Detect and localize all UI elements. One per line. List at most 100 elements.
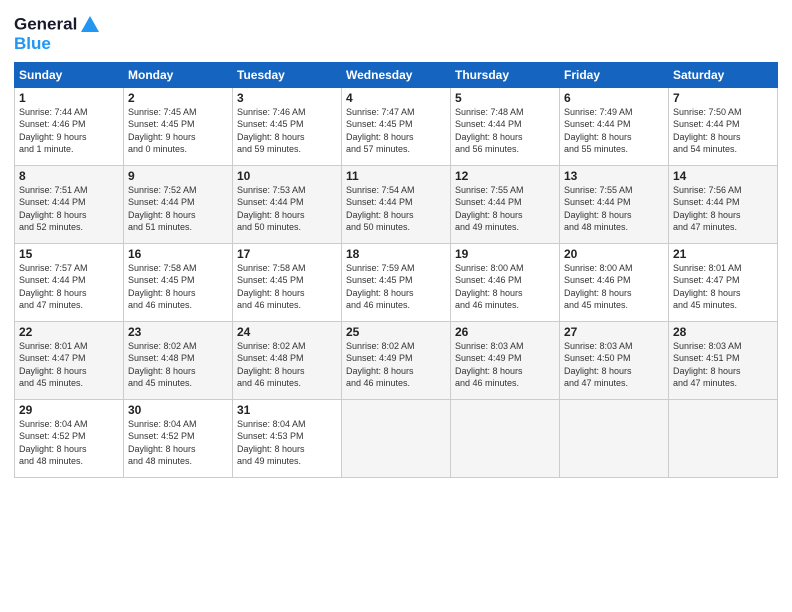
calendar-cell: 30Sunrise: 8:04 AM Sunset: 4:52 PM Dayli… xyxy=(124,399,233,477)
day-info: Sunrise: 7:53 AM Sunset: 4:44 PM Dayligh… xyxy=(237,184,337,234)
calendar-cell: 4Sunrise: 7:47 AM Sunset: 4:45 PM Daylig… xyxy=(342,87,451,165)
calendar-cell xyxy=(669,399,778,477)
calendar-cell: 18Sunrise: 7:59 AM Sunset: 4:45 PM Dayli… xyxy=(342,243,451,321)
day-info: Sunrise: 8:02 AM Sunset: 4:48 PM Dayligh… xyxy=(237,340,337,390)
calendar-cell: 17Sunrise: 7:58 AM Sunset: 4:45 PM Dayli… xyxy=(233,243,342,321)
calendar-cell: 28Sunrise: 8:03 AM Sunset: 4:51 PM Dayli… xyxy=(669,321,778,399)
day-number: 21 xyxy=(673,247,773,261)
logo: General Blue xyxy=(14,14,101,54)
day-number: 4 xyxy=(346,91,446,105)
calendar-cell: 26Sunrise: 8:03 AM Sunset: 4:49 PM Dayli… xyxy=(451,321,560,399)
day-info: Sunrise: 7:46 AM Sunset: 4:45 PM Dayligh… xyxy=(237,106,337,156)
calendar-cell: 19Sunrise: 8:00 AM Sunset: 4:46 PM Dayli… xyxy=(451,243,560,321)
day-info: Sunrise: 7:44 AM Sunset: 4:46 PM Dayligh… xyxy=(19,106,119,156)
day-info: Sunrise: 8:03 AM Sunset: 4:50 PM Dayligh… xyxy=(564,340,664,390)
calendar-week-1: 1Sunrise: 7:44 AM Sunset: 4:46 PM Daylig… xyxy=(15,87,778,165)
day-number: 19 xyxy=(455,247,555,261)
weekday-header-tuesday: Tuesday xyxy=(233,62,342,87)
calendar-cell: 11Sunrise: 7:54 AM Sunset: 4:44 PM Dayli… xyxy=(342,165,451,243)
day-number: 24 xyxy=(237,325,337,339)
day-number: 5 xyxy=(455,91,555,105)
weekday-header-wednesday: Wednesday xyxy=(342,62,451,87)
calendar-cell: 10Sunrise: 7:53 AM Sunset: 4:44 PM Dayli… xyxy=(233,165,342,243)
day-info: Sunrise: 7:56 AM Sunset: 4:44 PM Dayligh… xyxy=(673,184,773,234)
calendar-cell: 5Sunrise: 7:48 AM Sunset: 4:44 PM Daylig… xyxy=(451,87,560,165)
day-number: 6 xyxy=(564,91,664,105)
calendar-cell: 9Sunrise: 7:52 AM Sunset: 4:44 PM Daylig… xyxy=(124,165,233,243)
day-info: Sunrise: 8:02 AM Sunset: 4:49 PM Dayligh… xyxy=(346,340,446,390)
day-info: Sunrise: 8:01 AM Sunset: 4:47 PM Dayligh… xyxy=(19,340,119,390)
day-info: Sunrise: 8:03 AM Sunset: 4:49 PM Dayligh… xyxy=(455,340,555,390)
calendar-cell: 31Sunrise: 8:04 AM Sunset: 4:53 PM Dayli… xyxy=(233,399,342,477)
day-info: Sunrise: 8:04 AM Sunset: 4:52 PM Dayligh… xyxy=(19,418,119,468)
calendar-cell: 6Sunrise: 7:49 AM Sunset: 4:44 PM Daylig… xyxy=(560,87,669,165)
day-info: Sunrise: 7:55 AM Sunset: 4:44 PM Dayligh… xyxy=(455,184,555,234)
calendar-cell: 23Sunrise: 8:02 AM Sunset: 4:48 PM Dayli… xyxy=(124,321,233,399)
day-number: 13 xyxy=(564,169,664,183)
day-info: Sunrise: 7:59 AM Sunset: 4:45 PM Dayligh… xyxy=(346,262,446,312)
day-info: Sunrise: 7:48 AM Sunset: 4:44 PM Dayligh… xyxy=(455,106,555,156)
calendar-table: SundayMondayTuesdayWednesdayThursdayFrid… xyxy=(14,62,778,478)
calendar-week-4: 22Sunrise: 8:01 AM Sunset: 4:47 PM Dayli… xyxy=(15,321,778,399)
day-info: Sunrise: 8:00 AM Sunset: 4:46 PM Dayligh… xyxy=(455,262,555,312)
calendar-cell: 29Sunrise: 8:04 AM Sunset: 4:52 PM Dayli… xyxy=(15,399,124,477)
day-info: Sunrise: 8:04 AM Sunset: 4:52 PM Dayligh… xyxy=(128,418,228,468)
day-number: 18 xyxy=(346,247,446,261)
calendar-cell: 16Sunrise: 7:58 AM Sunset: 4:45 PM Dayli… xyxy=(124,243,233,321)
day-number: 12 xyxy=(455,169,555,183)
calendar-cell xyxy=(560,399,669,477)
day-info: Sunrise: 7:58 AM Sunset: 4:45 PM Dayligh… xyxy=(128,262,228,312)
day-number: 25 xyxy=(346,325,446,339)
page-header: General Blue xyxy=(14,10,778,54)
day-number: 26 xyxy=(455,325,555,339)
calendar-cell: 1Sunrise: 7:44 AM Sunset: 4:46 PM Daylig… xyxy=(15,87,124,165)
calendar-cell: 12Sunrise: 7:55 AM Sunset: 4:44 PM Dayli… xyxy=(451,165,560,243)
day-number: 7 xyxy=(673,91,773,105)
calendar-cell: 13Sunrise: 7:55 AM Sunset: 4:44 PM Dayli… xyxy=(560,165,669,243)
day-info: Sunrise: 7:45 AM Sunset: 4:45 PM Dayligh… xyxy=(128,106,228,156)
day-number: 27 xyxy=(564,325,664,339)
day-info: Sunrise: 8:01 AM Sunset: 4:47 PM Dayligh… xyxy=(673,262,773,312)
day-info: Sunrise: 7:52 AM Sunset: 4:44 PM Dayligh… xyxy=(128,184,228,234)
calendar-cell: 3Sunrise: 7:46 AM Sunset: 4:45 PM Daylig… xyxy=(233,87,342,165)
day-number: 28 xyxy=(673,325,773,339)
calendar-week-3: 15Sunrise: 7:57 AM Sunset: 4:44 PM Dayli… xyxy=(15,243,778,321)
day-info: Sunrise: 8:00 AM Sunset: 4:46 PM Dayligh… xyxy=(564,262,664,312)
calendar-cell: 27Sunrise: 8:03 AM Sunset: 4:50 PM Dayli… xyxy=(560,321,669,399)
calendar-cell: 15Sunrise: 7:57 AM Sunset: 4:44 PM Dayli… xyxy=(15,243,124,321)
day-number: 22 xyxy=(19,325,119,339)
day-info: Sunrise: 7:51 AM Sunset: 4:44 PM Dayligh… xyxy=(19,184,119,234)
logo-subtext: Blue xyxy=(14,34,101,54)
page-container: General Blue SundayMondayTuesdayWednesda… xyxy=(0,0,792,488)
calendar-cell: 21Sunrise: 8:01 AM Sunset: 4:47 PM Dayli… xyxy=(669,243,778,321)
weekday-header-row: SundayMondayTuesdayWednesdayThursdayFrid… xyxy=(15,62,778,87)
day-number: 31 xyxy=(237,403,337,417)
day-number: 9 xyxy=(128,169,228,183)
day-info: Sunrise: 7:57 AM Sunset: 4:44 PM Dayligh… xyxy=(19,262,119,312)
weekday-header-friday: Friday xyxy=(560,62,669,87)
day-number: 29 xyxy=(19,403,119,417)
day-number: 23 xyxy=(128,325,228,339)
calendar-cell: 25Sunrise: 8:02 AM Sunset: 4:49 PM Dayli… xyxy=(342,321,451,399)
day-number: 15 xyxy=(19,247,119,261)
day-number: 2 xyxy=(128,91,228,105)
calendar-cell: 24Sunrise: 8:02 AM Sunset: 4:48 PM Dayli… xyxy=(233,321,342,399)
day-number: 17 xyxy=(237,247,337,261)
day-info: Sunrise: 7:49 AM Sunset: 4:44 PM Dayligh… xyxy=(564,106,664,156)
calendar-cell xyxy=(451,399,560,477)
day-number: 11 xyxy=(346,169,446,183)
day-number: 30 xyxy=(128,403,228,417)
day-number: 20 xyxy=(564,247,664,261)
calendar-cell: 20Sunrise: 8:00 AM Sunset: 4:46 PM Dayli… xyxy=(560,243,669,321)
calendar-cell xyxy=(342,399,451,477)
weekday-header-monday: Monday xyxy=(124,62,233,87)
weekday-header-sunday: Sunday xyxy=(15,62,124,87)
day-info: Sunrise: 7:47 AM Sunset: 4:45 PM Dayligh… xyxy=(346,106,446,156)
calendar-cell: 8Sunrise: 7:51 AM Sunset: 4:44 PM Daylig… xyxy=(15,165,124,243)
day-info: Sunrise: 8:03 AM Sunset: 4:51 PM Dayligh… xyxy=(673,340,773,390)
day-info: Sunrise: 7:55 AM Sunset: 4:44 PM Dayligh… xyxy=(564,184,664,234)
day-info: Sunrise: 7:54 AM Sunset: 4:44 PM Dayligh… xyxy=(346,184,446,234)
day-number: 8 xyxy=(19,169,119,183)
day-number: 1 xyxy=(19,91,119,105)
logo-text: General xyxy=(14,14,101,36)
